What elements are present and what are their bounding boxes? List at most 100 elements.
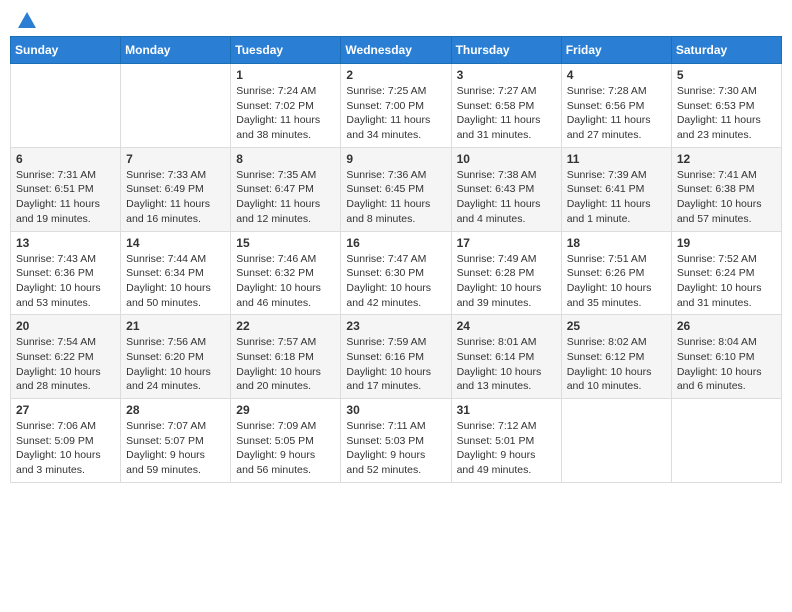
week-row-2: 6 Sunrise: 7:31 AM Sunset: 6:51 PM Dayli… — [11, 147, 782, 231]
sunrise-text: Sunrise: 7:07 AM — [126, 420, 206, 432]
daylight-text: Daylight: 11 hours and 27 minutes. — [567, 114, 651, 141]
calendar-cell: 14 Sunrise: 7:44 AM Sunset: 6:34 PM Dayl… — [121, 231, 231, 315]
sunrise-text: Sunrise: 7:38 AM — [457, 169, 537, 181]
weekday-header-monday: Monday — [121, 37, 231, 64]
day-info: Sunrise: 7:24 AM Sunset: 7:02 PM Dayligh… — [236, 84, 335, 143]
sunset-text: Sunset: 6:14 PM — [457, 351, 535, 363]
day-number: 8 — [236, 152, 335, 166]
day-number: 31 — [457, 403, 556, 417]
day-number: 1 — [236, 68, 335, 82]
daylight-text: Daylight: 11 hours and 8 minutes. — [346, 198, 430, 225]
sunset-text: Sunset: 6:24 PM — [677, 267, 755, 279]
daylight-text: Daylight: 10 hours and 13 minutes. — [457, 366, 542, 393]
sunrise-text: Sunrise: 7:30 AM — [677, 85, 757, 97]
day-number: 24 — [457, 319, 556, 333]
daylight-text: Daylight: 9 hours and 49 minutes. — [457, 449, 536, 476]
sunrise-text: Sunrise: 7:43 AM — [16, 253, 96, 265]
sunset-text: Sunset: 6:58 PM — [457, 100, 535, 112]
sunrise-text: Sunrise: 7:56 AM — [126, 336, 206, 348]
calendar-cell: 22 Sunrise: 7:57 AM Sunset: 6:18 PM Dayl… — [231, 315, 341, 399]
day-info: Sunrise: 7:46 AM Sunset: 6:32 PM Dayligh… — [236, 252, 335, 311]
day-info: Sunrise: 7:09 AM Sunset: 5:05 PM Dayligh… — [236, 419, 335, 478]
sunrise-text: Sunrise: 7:54 AM — [16, 336, 96, 348]
daylight-text: Daylight: 10 hours and 17 minutes. — [346, 366, 431, 393]
weekday-header-tuesday: Tuesday — [231, 37, 341, 64]
sunset-text: Sunset: 6:10 PM — [677, 351, 755, 363]
week-row-5: 27 Sunrise: 7:06 AM Sunset: 5:09 PM Dayl… — [11, 399, 782, 483]
day-info: Sunrise: 8:02 AM Sunset: 6:12 PM Dayligh… — [567, 335, 666, 394]
day-number: 7 — [126, 152, 225, 166]
calendar-cell: 17 Sunrise: 7:49 AM Sunset: 6:28 PM Dayl… — [451, 231, 561, 315]
sunrise-text: Sunrise: 7:24 AM — [236, 85, 316, 97]
calendar-cell: 31 Sunrise: 7:12 AM Sunset: 5:01 PM Dayl… — [451, 399, 561, 483]
calendar-cell: 15 Sunrise: 7:46 AM Sunset: 6:32 PM Dayl… — [231, 231, 341, 315]
sunrise-text: Sunrise: 7:51 AM — [567, 253, 647, 265]
week-row-3: 13 Sunrise: 7:43 AM Sunset: 6:36 PM Dayl… — [11, 231, 782, 315]
day-info: Sunrise: 7:56 AM Sunset: 6:20 PM Dayligh… — [126, 335, 225, 394]
calendar-cell: 16 Sunrise: 7:47 AM Sunset: 6:30 PM Dayl… — [341, 231, 451, 315]
calendar-cell: 9 Sunrise: 7:36 AM Sunset: 6:45 PM Dayli… — [341, 147, 451, 231]
daylight-text: Daylight: 9 hours and 59 minutes. — [126, 449, 205, 476]
sunset-text: Sunset: 6:18 PM — [236, 351, 314, 363]
calendar-cell: 23 Sunrise: 7:59 AM Sunset: 6:16 PM Dayl… — [341, 315, 451, 399]
day-info: Sunrise: 8:04 AM Sunset: 6:10 PM Dayligh… — [677, 335, 776, 394]
daylight-text: Daylight: 11 hours and 4 minutes. — [457, 198, 541, 225]
sunrise-text: Sunrise: 7:11 AM — [346, 420, 425, 432]
sunset-text: Sunset: 6:51 PM — [16, 183, 94, 195]
day-number: 12 — [677, 152, 776, 166]
day-number: 30 — [346, 403, 445, 417]
weekday-header-friday: Friday — [561, 37, 671, 64]
day-info: Sunrise: 7:44 AM Sunset: 6:34 PM Dayligh… — [126, 252, 225, 311]
day-info: Sunrise: 7:07 AM Sunset: 5:07 PM Dayligh… — [126, 419, 225, 478]
sunrise-text: Sunrise: 8:04 AM — [677, 336, 757, 348]
sunset-text: Sunset: 6:22 PM — [16, 351, 94, 363]
day-info: Sunrise: 7:36 AM Sunset: 6:45 PM Dayligh… — [346, 168, 445, 227]
daylight-text: Daylight: 10 hours and 3 minutes. — [16, 449, 101, 476]
daylight-text: Daylight: 11 hours and 31 minutes. — [457, 114, 541, 141]
calendar-cell: 11 Sunrise: 7:39 AM Sunset: 6:41 PM Dayl… — [561, 147, 671, 231]
day-info: Sunrise: 7:38 AM Sunset: 6:43 PM Dayligh… — [457, 168, 556, 227]
daylight-text: Daylight: 11 hours and 34 minutes. — [346, 114, 430, 141]
day-info: Sunrise: 7:57 AM Sunset: 6:18 PM Dayligh… — [236, 335, 335, 394]
day-number: 9 — [346, 152, 445, 166]
sunset-text: Sunset: 5:09 PM — [16, 435, 94, 447]
sunset-text: Sunset: 5:03 PM — [346, 435, 424, 447]
calendar-cell: 5 Sunrise: 7:30 AM Sunset: 6:53 PM Dayli… — [671, 64, 781, 148]
day-info: Sunrise: 8:01 AM Sunset: 6:14 PM Dayligh… — [457, 335, 556, 394]
calendar-cell — [121, 64, 231, 148]
sunset-text: Sunset: 6:45 PM — [346, 183, 424, 195]
sunset-text: Sunset: 7:02 PM — [236, 100, 314, 112]
logo — [14, 10, 38, 28]
calendar-cell: 12 Sunrise: 7:41 AM Sunset: 6:38 PM Dayl… — [671, 147, 781, 231]
daylight-text: Daylight: 10 hours and 46 minutes. — [236, 282, 321, 309]
day-info: Sunrise: 7:35 AM Sunset: 6:47 PM Dayligh… — [236, 168, 335, 227]
sunrise-text: Sunrise: 8:01 AM — [457, 336, 537, 348]
daylight-text: Daylight: 10 hours and 24 minutes. — [126, 366, 211, 393]
daylight-text: Daylight: 10 hours and 39 minutes. — [457, 282, 542, 309]
sunset-text: Sunset: 7:00 PM — [346, 100, 424, 112]
day-info: Sunrise: 7:51 AM Sunset: 6:26 PM Dayligh… — [567, 252, 666, 311]
day-number: 26 — [677, 319, 776, 333]
sunset-text: Sunset: 6:47 PM — [236, 183, 314, 195]
day-info: Sunrise: 7:33 AM Sunset: 6:49 PM Dayligh… — [126, 168, 225, 227]
sunrise-text: Sunrise: 7:41 AM — [677, 169, 757, 181]
sunrise-text: Sunrise: 7:12 AM — [457, 420, 537, 432]
day-info: Sunrise: 7:49 AM Sunset: 6:28 PM Dayligh… — [457, 252, 556, 311]
sunset-text: Sunset: 6:16 PM — [346, 351, 424, 363]
sunset-text: Sunset: 6:30 PM — [346, 267, 424, 279]
daylight-text: Daylight: 10 hours and 28 minutes. — [16, 366, 101, 393]
sunset-text: Sunset: 6:34 PM — [126, 267, 204, 279]
day-number: 23 — [346, 319, 445, 333]
weekday-header-saturday: Saturday — [671, 37, 781, 64]
daylight-text: Daylight: 11 hours and 23 minutes. — [677, 114, 761, 141]
day-number: 20 — [16, 319, 115, 333]
calendar-cell: 25 Sunrise: 8:02 AM Sunset: 6:12 PM Dayl… — [561, 315, 671, 399]
daylight-text: Daylight: 11 hours and 1 minute. — [567, 198, 651, 225]
day-info: Sunrise: 7:47 AM Sunset: 6:30 PM Dayligh… — [346, 252, 445, 311]
week-row-4: 20 Sunrise: 7:54 AM Sunset: 6:22 PM Dayl… — [11, 315, 782, 399]
sunrise-text: Sunrise: 7:31 AM — [16, 169, 96, 181]
sunrise-text: Sunrise: 7:28 AM — [567, 85, 647, 97]
daylight-text: Daylight: 11 hours and 12 minutes. — [236, 198, 320, 225]
daylight-text: Daylight: 9 hours and 52 minutes. — [346, 449, 425, 476]
day-info: Sunrise: 7:54 AM Sunset: 6:22 PM Dayligh… — [16, 335, 115, 394]
